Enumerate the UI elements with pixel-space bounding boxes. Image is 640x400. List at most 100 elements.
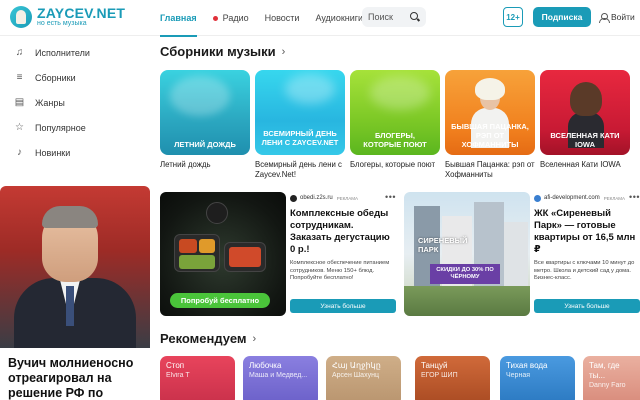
ad-label: РЕКЛАМА xyxy=(336,195,359,201)
track-title: Любочка xyxy=(249,361,282,370)
age-rating-badge: 12+ xyxy=(503,7,523,27)
ad-label: РЕКЛАМА xyxy=(603,195,626,201)
track-artist: Elvira T xyxy=(166,372,190,379)
track-artist: Маша и Медвед... xyxy=(249,372,308,379)
site-logo[interactable]: ZAYCEV.NET но есть музыка xyxy=(10,6,125,28)
search-input[interactable]: Поиск xyxy=(362,7,426,27)
sidebar-item-label: Сборники xyxy=(35,72,76,83)
ad-learn-more-button[interactable]: Узнать больше xyxy=(290,299,396,313)
collections-next-arrow[interactable] xyxy=(632,70,640,155)
search-icon[interactable] xyxy=(410,12,420,22)
recommendation-card[interactable]: Любочка Маша и Медвед... xyxy=(243,356,318,400)
collection-cover: БЛОГЕРЫ, КОТОРЫЕ ПОЮТ xyxy=(350,70,440,155)
sidebar: ♫ Исполнители ≡ Сборники ▤ Жанры ☆ Попул… xyxy=(0,36,150,165)
track-title: Тихая вода xyxy=(506,361,548,370)
sidebar-item-popular[interactable]: ☆ Популярное xyxy=(0,115,150,140)
collection-cover: БЫВШАЯ ПАЦАНКА, РЭП ОТ ХОФМАННИТЫ xyxy=(445,70,535,155)
collection-card[interactable]: БЫВШАЯ ПАЦАНКА, РЭП ОТ ХОФМАННИТЫ Бывшая… xyxy=(445,70,535,180)
ad-image: Попробуй бесплатно xyxy=(160,192,286,316)
chevron-right-icon: › xyxy=(252,332,257,345)
genres-icon: ▤ xyxy=(14,97,25,108)
track-title: Там, где ты... xyxy=(589,361,620,380)
artist-icon: ♫ xyxy=(15,47,24,58)
track-title: Հայ Աղջիկը xyxy=(332,361,381,370)
nav-news-label: Новости xyxy=(264,13,300,23)
collection-cover: ВСЕМИРНЫЙ ДЕНЬ ЛЕНИ С ZAYCEV.NET xyxy=(255,70,345,155)
recommendation-card[interactable]: Там, где ты... Danny Faro xyxy=(583,356,640,400)
collections-heading[interactable]: Сборники музыки › xyxy=(160,44,285,59)
more-options-icon[interactable]: ••• xyxy=(385,192,396,202)
list-icon: ≡ xyxy=(16,72,23,83)
nav-home-label: Главная xyxy=(160,13,197,23)
note-icon: ♪ xyxy=(17,147,22,158)
ad-headline: ЖК «Сиреневый Парк» — готовые квартиры о… xyxy=(534,208,636,255)
sidebar-item-label: Жанры xyxy=(35,97,65,108)
collection-card[interactable]: БЛОГЕРЫ, КОТОРЫЕ ПОЮТ Блогеры, которые п… xyxy=(350,70,440,170)
recommendation-card[interactable]: Հայ Աղջիկը Арсен Шахунц xyxy=(326,356,401,400)
login-label: Войти xyxy=(611,12,635,22)
ad-description: Комплексное обеспечение питанием сотрудн… xyxy=(290,260,390,281)
ad-image: СИРЕНЕВЫЙ ПАРК СКИДКИ ДО 30% ПО ЧЁРНОМУ xyxy=(404,192,530,316)
collections-title: Сборники музыки xyxy=(160,44,276,59)
sidebar-item-new[interactable]: ♪ Новинки xyxy=(0,140,150,165)
user-icon xyxy=(599,12,610,23)
recommendation-card[interactable]: Тихая вода Черная xyxy=(500,356,575,400)
logo-icon xyxy=(10,6,32,28)
track-title: Стоп xyxy=(166,361,185,370)
collection-name: Летний дождь xyxy=(160,160,211,169)
sidebar-item-label: Популярное xyxy=(35,122,86,133)
sidebar-item-label: Исполнители xyxy=(35,47,90,58)
ad-card[interactable]: СИРЕНЕВЫЙ ПАРК СКИДКИ ДО 30% ПО ЧЁРНОМУ … xyxy=(404,192,640,316)
live-dot-icon xyxy=(212,15,218,21)
main-nav: Главная Радио Новости Аудиокниги xyxy=(160,0,379,37)
collection-name: Всемирный день лени с Zaycev.Net! xyxy=(255,160,342,179)
ad-learn-more-button[interactable]: Узнать больше xyxy=(534,299,640,313)
subscribe-button[interactable]: Подписка xyxy=(533,7,591,27)
ad-image-title: СИРЕНЕВЫЙ ПАРК xyxy=(418,236,468,254)
news-title: Вучич молниеносно отреагировал на решени… xyxy=(8,356,134,400)
sidebar-item-artists[interactable]: ♫ Исполнители xyxy=(0,40,150,65)
search-placeholder: Поиск xyxy=(368,12,393,22)
recommendation-card[interactable]: Стоп Elvira T xyxy=(160,356,235,400)
nav-radio-label: Радио xyxy=(222,13,249,23)
track-artist: Арсен Шахунц xyxy=(332,372,379,379)
collection-name: Блогеры, которые поют xyxy=(350,160,436,169)
ad-card[interactable]: Попробуй бесплатно obedi.z2s.ru РЕКЛАМА … xyxy=(160,192,396,316)
collection-card[interactable]: ВСЕЛЕННАЯ КАТИ IOWA Вселенная Кати IOWA xyxy=(540,70,630,170)
recommendations-title: Рекомендуем xyxy=(160,331,247,346)
nav-radio[interactable]: Радио xyxy=(212,0,249,36)
more-options-icon[interactable]: ••• xyxy=(629,192,640,202)
top-bar: ZAYCEV.NET но есть музыка Главная Радио … xyxy=(0,0,640,37)
collection-name: Вселенная Кати IOWA xyxy=(540,160,621,169)
ad-image-promo: СКИДКИ ДО 30% ПО ЧЁРНОМУ xyxy=(430,264,500,284)
nav-audiobooks-label: Аудиокниги xyxy=(315,13,364,23)
ad-description: Все квартиры с ключами 10 минут до метро… xyxy=(534,260,635,281)
collection-card[interactable]: ВСЕМИРНЫЙ ДЕНЬ ЛЕНИ С ZAYCEV.NET Всемирн… xyxy=(255,70,345,180)
news-card[interactable]: Вучич молниеносно отреагировал на решени… xyxy=(0,186,150,400)
sidebar-item-label: Новинки xyxy=(35,147,71,158)
logo-title: ZAYCEV.NET xyxy=(37,5,126,21)
chevron-right-icon: › xyxy=(281,45,286,58)
ad-domain: obedi.z2s.ru xyxy=(300,195,333,201)
ad-domain: afi-development.com xyxy=(544,195,600,201)
track-title: Танцуй xyxy=(421,361,448,370)
ad-headline: Комплексные обеды сотрудникам. Заказать … xyxy=(290,208,390,255)
favicon-icon xyxy=(534,194,541,202)
collection-card[interactable]: ЛЕТНИЙ ДОЖДЬ Летний дождь xyxy=(160,70,250,170)
news-image xyxy=(0,186,150,348)
collection-cover: ВСЕЛЕННАЯ КАТИ IOWA xyxy=(540,70,630,155)
nav-audiobooks[interactable]: Аудиокниги xyxy=(315,0,363,36)
nav-news[interactable]: Новости xyxy=(265,0,300,36)
ad-image-cta: Попробуй бесплатно xyxy=(170,293,270,308)
sidebar-item-collections[interactable]: ≡ Сборники xyxy=(0,65,150,90)
track-artist: ЕГОР ШИП xyxy=(421,372,458,379)
logo-subtitle: но есть музыка xyxy=(37,20,87,27)
collection-name: Бывшая Пацанка: рэп от Хофманниты xyxy=(445,160,535,179)
nav-home[interactable]: Главная xyxy=(160,0,197,37)
login-button[interactable]: Войти xyxy=(599,7,635,27)
recommendation-card[interactable]: Танцуй ЕГОР ШИП xyxy=(415,356,490,400)
track-artist: Danny Faro xyxy=(589,382,626,389)
sidebar-item-genres[interactable]: ▤ Жанры xyxy=(0,90,150,115)
track-artist: Черная xyxy=(506,372,531,379)
recommendations-heading[interactable]: Рекомендуем › xyxy=(160,331,256,346)
